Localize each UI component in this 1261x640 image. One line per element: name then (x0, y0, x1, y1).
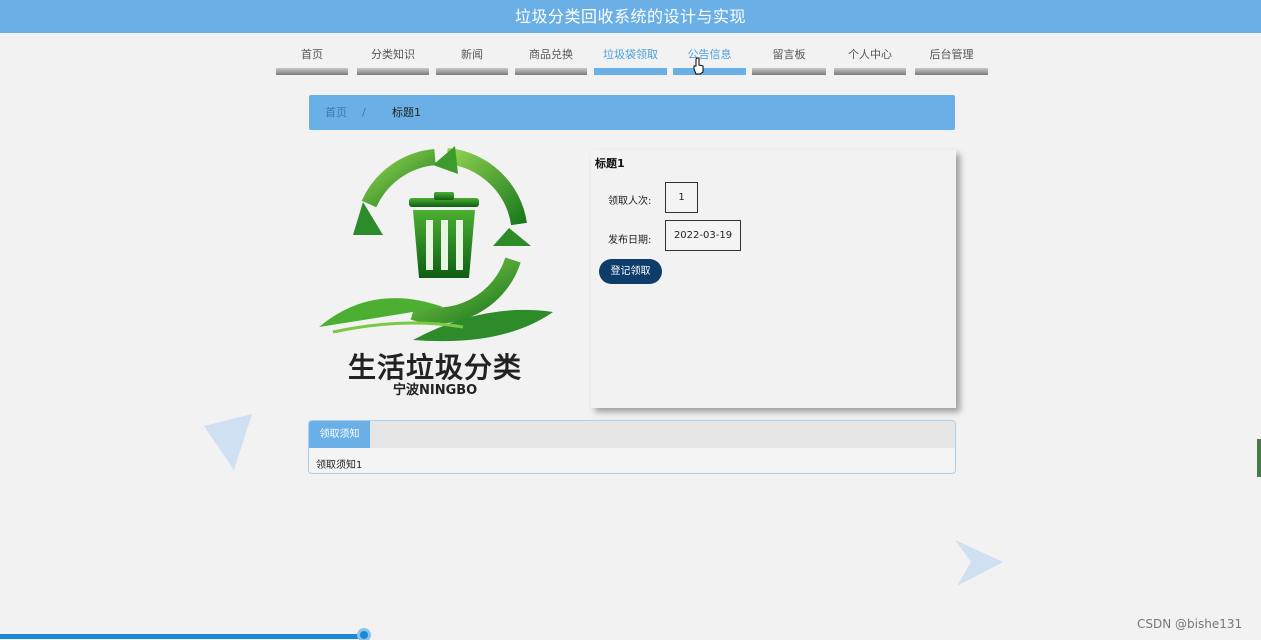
nav-underline (515, 68, 587, 75)
tab-claim-notice[interactable]: 领取须知 (309, 421, 370, 448)
decorative-play-icon (955, 540, 1003, 586)
site-title: 垃圾分类回收系统的设计与实现 (514, 7, 746, 26)
detail-card: 标题1 领取人次: 1 发布日期: 2022-03-19 登记领取 (591, 150, 956, 408)
claim-count-value: 1 (665, 182, 698, 213)
nav-news[interactable]: 新闻 (436, 46, 508, 75)
nav-personal-center[interactable]: 个人中心 (834, 46, 906, 75)
nav-label: 新闻 (461, 48, 483, 61)
nav-message-board[interactable]: 留言板 (752, 46, 826, 75)
publish-date-value: 2022-03-19 (665, 220, 741, 251)
decorative-triangle-icon (204, 414, 252, 470)
nav-label: 留言板 (772, 48, 806, 61)
nav-label: 分类知识 (371, 48, 415, 61)
claim-count-label: 领取人次: (608, 196, 652, 207)
watermark: CSDN @bishe131 (1137, 617, 1243, 631)
detail-title: 标题1 (595, 157, 625, 170)
nav-underline (673, 68, 746, 75)
nav-knowledge[interactable]: 分类知识 (357, 46, 429, 75)
nav-underline (357, 68, 429, 75)
nav-home[interactable]: 首页 (276, 46, 348, 75)
notice-content: 领取须知1 (316, 460, 363, 471)
notice-tab-bar: 领取须知 (309, 421, 955, 448)
nav-label: 垃圾袋领取 (603, 48, 658, 61)
page-header: 垃圾分类回收系统的设计与实现 (0, 0, 1261, 33)
side-widget[interactable] (1257, 439, 1261, 477)
product-image: 生活垃圾分类 宁波NINGBO (313, 142, 559, 398)
nav-underline (436, 68, 508, 75)
nav-label: 个人中心 (848, 48, 892, 61)
breadcrumb-separator: / (362, 106, 366, 119)
nav-underline (752, 68, 826, 75)
nav-exchange[interactable]: 商品兑换 (515, 46, 587, 75)
nav-label: 首页 (301, 48, 323, 61)
nav-bag-claim[interactable]: 垃圾袋领取 (594, 46, 667, 75)
logo-subtitle: 宁波NINGBO (393, 383, 478, 398)
video-progress-handle[interactable] (357, 628, 371, 640)
register-claim-button[interactable]: 登记领取 (599, 259, 662, 284)
notice-panel: 领取须知 领取须知1 (308, 420, 956, 474)
nav-underline (834, 68, 906, 75)
video-progress-bar[interactable] (0, 634, 364, 639)
breadcrumb: 首页 / 标题1 (309, 95, 955, 130)
publish-date-label: 发布日期: (608, 235, 652, 246)
hand-cursor-icon (693, 57, 704, 75)
nav-underline (276, 68, 348, 75)
breadcrumb-current: 标题1 (392, 106, 421, 119)
nav-underline (915, 68, 988, 75)
nav-admin[interactable]: 后台管理 (915, 46, 988, 75)
nav-label: 商品兑换 (529, 48, 573, 61)
main-nav: 首页 分类知识 新闻 商品兑换 垃圾袋领取 公告信息 留言板 个人中心 后台管理 (276, 46, 988, 76)
nav-underline (594, 68, 667, 75)
breadcrumb-home-link[interactable]: 首页 (325, 95, 347, 130)
nav-announcements[interactable]: 公告信息 (673, 46, 746, 75)
nav-label: 后台管理 (929, 48, 974, 61)
